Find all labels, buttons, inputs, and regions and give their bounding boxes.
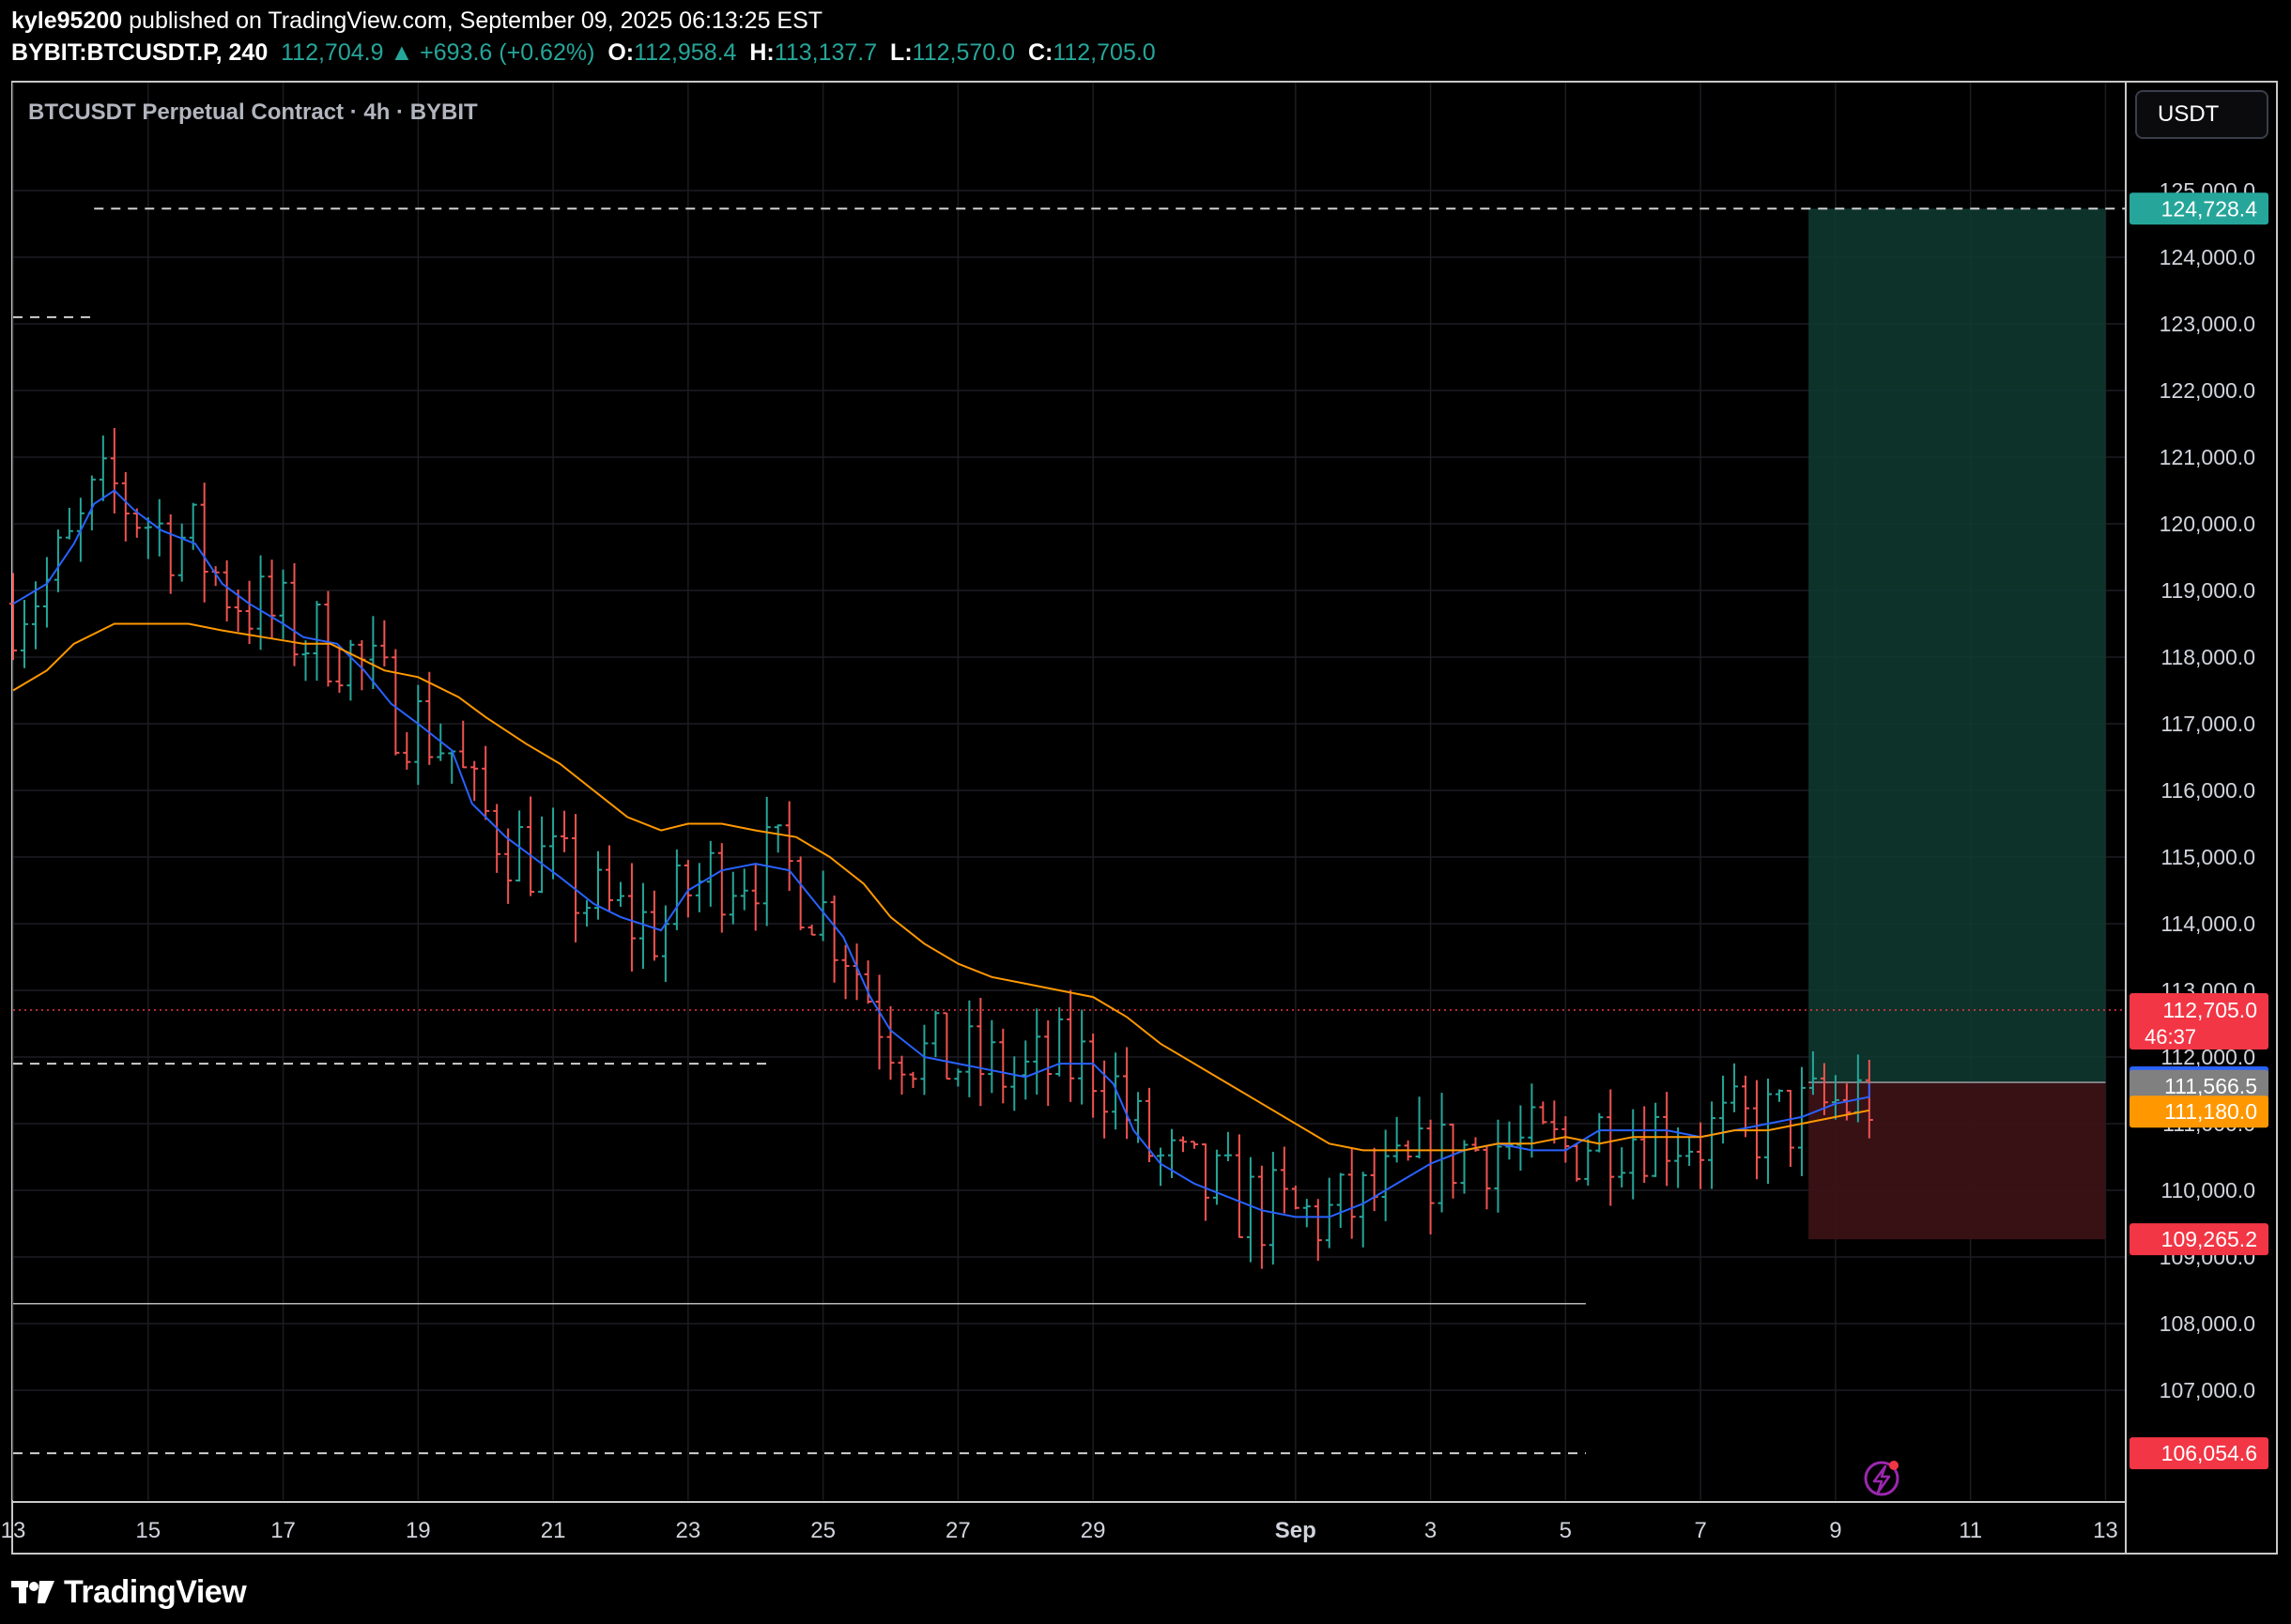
time-tick-label: 29 bbox=[1081, 1518, 1106, 1543]
price-tick-label: 124,000.0 bbox=[2160, 245, 2255, 269]
time-tick-label: 13 bbox=[1, 1518, 26, 1543]
price-tick-label: 107,000.0 bbox=[2160, 1378, 2255, 1402]
price-tick-label: 119,000.0 bbox=[2160, 578, 2255, 603]
alert-bolt-icon[interactable] bbox=[1864, 1461, 1899, 1496]
bar-countdown: 46:37 bbox=[2145, 1025, 2196, 1049]
time-tick-label: 23 bbox=[675, 1518, 700, 1543]
price-tick-label: 114,000.0 bbox=[2160, 912, 2255, 936]
time-tick-label: 19 bbox=[406, 1518, 431, 1543]
stop-zone bbox=[1808, 1081, 2106, 1240]
time-axis[interactable]: 13 15 17 19 21 23 25 27 29 Sep 3 5 7 9 11 13 bbox=[1, 1501, 2126, 1543]
price-label-text: 106,054.6 bbox=[2161, 1441, 2257, 1465]
price-label-text: 124,728.4 bbox=[2161, 196, 2258, 221]
price-tick-label: 123,000.0 bbox=[2160, 312, 2255, 336]
price-tick-label: 122,000.0 bbox=[2160, 378, 2255, 403]
time-tick-label: 5 bbox=[1560, 1518, 1572, 1543]
time-tick-label: 21 bbox=[541, 1518, 566, 1543]
long-position-zones[interactable] bbox=[1808, 208, 2106, 1240]
price-label-text: 111,180.0 bbox=[2164, 1099, 2257, 1124]
time-tick-label: 7 bbox=[1694, 1518, 1706, 1543]
price-tick-label: 117,000.0 bbox=[2160, 712, 2255, 736]
ema-fast-line bbox=[12, 489, 1870, 1218]
price-label-text: 111,566.5 bbox=[2164, 1074, 2257, 1098]
price-tick-label: 110,000.0 bbox=[2160, 1178, 2255, 1203]
price-axis[interactable]: 125,000.0124,000.0123,000.0122,000.0121,… bbox=[2125, 83, 2255, 1553]
price-tick-label: 120,000.0 bbox=[2160, 512, 2255, 536]
footer-brand[interactable]: TradingView bbox=[64, 1574, 247, 1611]
time-tick-label: 27 bbox=[946, 1518, 971, 1543]
tradingview-logo-icon[interactable] bbox=[11, 1579, 54, 1605]
price-tick-label: 115,000.0 bbox=[2160, 845, 2255, 869]
price-tick-label: 108,000.0 bbox=[2160, 1311, 2255, 1336]
price-label-text: 112,705.0 bbox=[2162, 998, 2257, 1022]
time-tick-label: 17 bbox=[270, 1518, 296, 1543]
time-tick-label: 13 bbox=[2093, 1518, 2118, 1543]
footer: TradingView bbox=[11, 1570, 247, 1615]
ema-slow-line bbox=[12, 622, 1869, 1152]
price-tick-label: 121,000.0 bbox=[2160, 445, 2255, 469]
chart-title: BTCUSDT Perpetual Contract · 4h · BYBIT bbox=[28, 100, 478, 125]
time-tick-label: 11 bbox=[1959, 1518, 1982, 1543]
time-tick-label: Sep bbox=[1275, 1518, 1316, 1543]
time-tick-label: 9 bbox=[1829, 1518, 1841, 1543]
time-tick-label: 3 bbox=[1424, 1518, 1437, 1543]
price-tick-label: 118,000.0 bbox=[2160, 645, 2255, 669]
price-tick-label: 116,000.0 bbox=[2160, 778, 2255, 803]
time-tick-label: 15 bbox=[135, 1518, 161, 1543]
time-tick-label: 25 bbox=[810, 1518, 836, 1543]
moving-averages bbox=[12, 489, 1870, 1218]
price-label-text: 109,265.2 bbox=[2161, 1227, 2257, 1251]
target-zone bbox=[1808, 208, 2106, 1082]
price-chart[interactable]: 125,000.0124,000.0123,000.0122,000.0121,… bbox=[0, 0, 2291, 1624]
currency-button[interactable]: USDT bbox=[2135, 90, 2268, 139]
